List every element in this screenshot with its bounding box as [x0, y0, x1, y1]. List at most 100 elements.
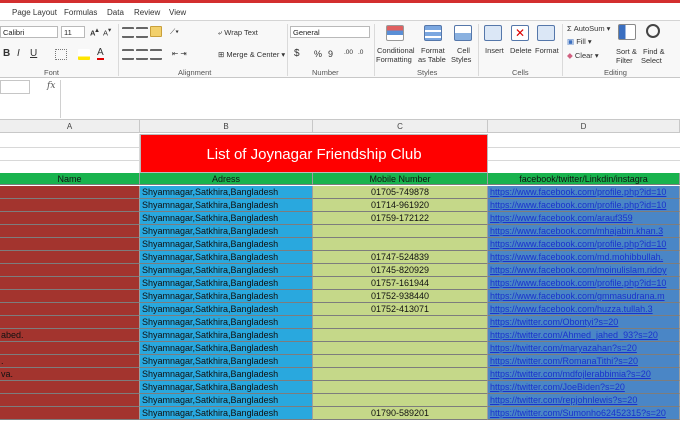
mobile-cell[interactable] [313, 355, 488, 368]
address-cell[interactable]: Shyamnagar,Satkhira,Bangladesh [140, 381, 313, 394]
social-link-cell[interactable]: https://www.facebook.com/profile.php?id=… [488, 277, 680, 290]
name-cell[interactable]: . [0, 355, 140, 368]
mobile-cell[interactable] [313, 329, 488, 342]
mobile-cell[interactable]: 01705-749878 [313, 186, 488, 199]
social-link-cell[interactable]: https://www.facebook.com/profile.php?id=… [488, 186, 680, 199]
tab-data[interactable]: Data [107, 8, 124, 17]
social-link-cell[interactable]: https://www.facebook.com/moinulislam.rid… [488, 264, 680, 277]
mobile-cell[interactable] [313, 368, 488, 381]
insert-button[interactable]: Insert [485, 46, 504, 55]
column-header-c[interactable]: C [313, 120, 488, 133]
font-color-icon[interactable]: A [97, 48, 104, 60]
number-format-select[interactable]: General [290, 26, 370, 38]
mobile-cell[interactable] [313, 394, 488, 407]
font-name-select[interactable]: Calibri [0, 26, 58, 38]
empty-cell[interactable] [0, 134, 140, 173]
align-top-icon[interactable] [122, 27, 134, 38]
column-header-d[interactable]: D [488, 120, 680, 133]
address-cell[interactable]: Shyamnagar,Satkhira,Bangladesh [140, 264, 313, 277]
mobile-cell[interactable] [313, 381, 488, 394]
format-as-table-icon[interactable] [424, 25, 442, 41]
insert-function-icon[interactable]: fx [47, 81, 55, 91]
tab-review[interactable]: Review [134, 8, 160, 17]
address-cell[interactable]: Shyamnagar,Satkhira,Bangladesh [140, 212, 313, 225]
social-link-cell[interactable]: https://twitter.com/mdfojlerabbimia?s=20 [488, 368, 680, 381]
find-select-label-2[interactable]: Select [641, 56, 662, 65]
social-link-cell[interactable]: https://www.facebook.com/gmmasudrana.m [488, 290, 680, 303]
mobile-cell[interactable]: 01790-589201 [313, 407, 488, 420]
sort-filter-label-2[interactable]: Filter [616, 56, 633, 65]
mobile-cell[interactable]: 01757-161944 [313, 277, 488, 290]
name-cell[interactable]: va. [0, 368, 140, 381]
find-select-icon[interactable] [646, 24, 660, 38]
header-name-cell[interactable]: Name [0, 173, 140, 185]
mobile-cell[interactable]: 01752-938440 [313, 290, 488, 303]
name-cell[interactable] [0, 238, 140, 251]
align-middle-icon[interactable] [136, 27, 148, 38]
social-link-cell[interactable]: https://www.facebook.com/md.mohibbullah. [488, 251, 680, 264]
address-cell[interactable]: Shyamnagar,Satkhira,Bangladesh [140, 407, 313, 420]
address-cell[interactable]: Shyamnagar,Satkhira,Bangladesh [140, 394, 313, 407]
name-cell[interactable]: abed. [0, 329, 140, 342]
tab-formulas[interactable]: Formulas [64, 8, 97, 17]
address-cell[interactable]: Shyamnagar,Satkhira,Bangladesh [140, 290, 313, 303]
bold-button[interactable]: B [3, 48, 10, 59]
conditional-formatting-icon[interactable] [386, 25, 404, 41]
format-button[interactable]: Format [535, 46, 559, 55]
format-as-table-label-2[interactable]: as Table [418, 55, 446, 64]
delete-cells-icon[interactable]: ✕ [511, 25, 529, 41]
indent-icon[interactable]: ⇤ ⇥ [172, 49, 187, 58]
name-cell[interactable] [0, 342, 140, 355]
address-cell[interactable]: Shyamnagar,Satkhira,Bangladesh [140, 251, 313, 264]
name-cell[interactable] [0, 212, 140, 225]
address-cell[interactable]: Shyamnagar,Satkhira,Bangladesh [140, 277, 313, 290]
name-cell[interactable] [0, 251, 140, 264]
format-cells-icon[interactable] [537, 25, 555, 41]
insert-cells-icon[interactable] [484, 25, 502, 41]
cell-styles-label-2[interactable]: Styles [451, 55, 471, 64]
align-left-icon[interactable] [122, 49, 134, 60]
tab-view[interactable]: View [169, 8, 186, 17]
name-cell[interactable] [0, 290, 140, 303]
currency-button[interactable]: $ [294, 48, 300, 59]
social-link-cell[interactable]: https://twitter.com/Obontyi?s=20 [488, 316, 680, 329]
social-link-cell[interactable]: https://twitter.com/Ahmed_jahed_93?s=20 [488, 329, 680, 342]
sheet-title-cell[interactable]: List of Joynagar Friendship Club [140, 134, 488, 173]
social-link-cell[interactable]: https://www.facebook.com/mhajabin.khan.3 [488, 225, 680, 238]
header-mobile-cell[interactable]: Mobile Number [313, 173, 488, 185]
italic-button[interactable]: I [17, 48, 20, 59]
address-cell[interactable]: Shyamnagar,Satkhira,Bangladesh [140, 186, 313, 199]
header-social-cell[interactable]: facebook/twitter/Linkdin/instagra [488, 173, 680, 185]
align-center-icon[interactable] [136, 49, 148, 60]
increase-font-icon[interactable]: A▴ [90, 27, 99, 38]
social-link-cell[interactable]: https://twitter.com/maryazahan?s=20 [488, 342, 680, 355]
address-cell[interactable]: Shyamnagar,Satkhira,Bangladesh [140, 316, 313, 329]
formula-input[interactable] [60, 80, 680, 118]
name-cell[interactable] [0, 199, 140, 212]
address-cell[interactable]: Shyamnagar,Satkhira,Bangladesh [140, 329, 313, 342]
name-cell[interactable] [0, 381, 140, 394]
cell-styles-icon[interactable] [454, 25, 472, 41]
social-link-cell[interactable]: https://twitter.com/Sumonho62452315?s=20 [488, 407, 680, 420]
address-cell[interactable]: Shyamnagar,Satkhira,Bangladesh [140, 355, 313, 368]
format-as-table-label[interactable]: Format [421, 46, 445, 55]
name-cell[interactable] [0, 186, 140, 199]
mobile-cell[interactable]: 01745-820929 [313, 264, 488, 277]
wrap-text-button[interactable]: ⤶ Wrap Text [218, 28, 258, 38]
cell-styles-label[interactable]: Cell [457, 46, 470, 55]
align-bottom-icon[interactable] [150, 26, 162, 37]
mobile-cell[interactable]: 01747-524839 [313, 251, 488, 264]
social-link-cell[interactable]: https://www.facebook.com/huzza.tullah.3 [488, 303, 680, 316]
decrease-decimal-icon[interactable]: .0 [358, 49, 363, 56]
name-cell[interactable] [0, 225, 140, 238]
column-header-a[interactable]: A [0, 120, 140, 133]
address-cell[interactable]: Shyamnagar,Satkhira,Bangladesh [140, 368, 313, 381]
align-right-icon[interactable] [150, 49, 162, 60]
clear-button[interactable]: ◆ Clear ▾ [567, 51, 599, 60]
name-cell[interactable] [0, 407, 140, 420]
mobile-cell[interactable] [313, 316, 488, 329]
tab-page-layout[interactable]: Page Layout [12, 8, 57, 17]
address-cell[interactable]: Shyamnagar,Satkhira,Bangladesh [140, 199, 313, 212]
fill-color-icon[interactable] [78, 49, 90, 60]
name-cell[interactable] [0, 277, 140, 290]
